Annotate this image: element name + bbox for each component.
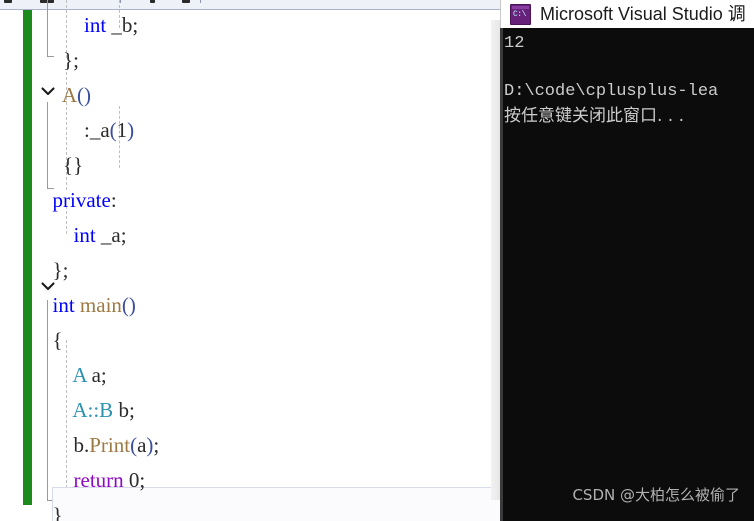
line-main-open[interactable]: {: [42, 323, 63, 358]
toolbar-chip: [150, 0, 155, 3]
code-token: (): [121, 293, 136, 317]
line-private[interactable]: private:: [42, 183, 117, 218]
line-call-print[interactable]: b.Print(a);: [42, 428, 160, 463]
line-decl-a[interactable]: A a;: [42, 358, 107, 393]
toolbar-separator: [200, 0, 201, 3]
code-token: return: [73, 468, 124, 492]
source-code-text[interactable]: int _b; }; A() :_a(1) {} private: int _a…: [0, 10, 500, 521]
code-token: {}: [42, 153, 84, 177]
code-token: ;: [139, 468, 146, 492]
console-window[interactable]: C:\ Microsoft Visual Studio 调 12 D:\code…: [500, 0, 754, 521]
editor-vertical-scrollbar[interactable]: [491, 20, 500, 500]
console-title-bar[interactable]: C:\ Microsoft Visual Studio 调: [501, 0, 754, 28]
code-token: };: [42, 48, 79, 72]
code-token: ): [127, 118, 135, 142]
toolbar-chip: [4, 0, 12, 3]
code-token: :: [110, 188, 117, 212]
code-token: b;: [113, 398, 135, 422]
code-token: int: [73, 223, 96, 247]
toolbar-separator: [120, 0, 121, 3]
line-main[interactable]: int main(): [42, 288, 136, 323]
code-token: :_a: [42, 118, 110, 142]
csdn-watermark: CSDN @大柏怎么被偷了: [572, 486, 740, 504]
console-output-line: 按任意键关闭此窗口. . .: [504, 106, 685, 126]
toolbar-chip: [182, 0, 190, 3]
line-main-close[interactable]: }: [42, 498, 63, 521]
code-token: b.: [42, 433, 90, 457]
code-token: _b;: [106, 13, 139, 37]
code-token: A::B: [72, 398, 114, 422]
code-token: A: [61, 83, 78, 107]
code-editor-pane[interactable]: int _b; }; A() :_a(1) {} private: int _a…: [0, 0, 500, 521]
line-ctor-body[interactable]: {}: [42, 148, 83, 183]
code-token: (: [109, 118, 117, 142]
code-token: 0: [128, 468, 140, 492]
line-close-brace-b[interactable]: };: [42, 43, 79, 78]
code-token: ;: [153, 433, 160, 457]
line-return[interactable]: return 0;: [42, 463, 146, 498]
code-token: {: [42, 328, 63, 352]
editor-text-area[interactable]: int _b; }; A() :_a(1) {} private: int _a…: [0, 0, 500, 521]
console-cmd-icon: C:\: [510, 3, 531, 25]
code-token: int: [52, 293, 75, 317]
line-int-a[interactable]: int _a;: [42, 218, 127, 253]
console-output-line: D:\code\cplusplus-lea: [504, 82, 719, 101]
line-close-class-a[interactable]: };: [42, 253, 69, 288]
code-token: private: [52, 188, 111, 212]
line-decl-b[interactable]: A::B b;: [42, 393, 135, 428]
line-int-b[interactable]: int _b;: [42, 8, 138, 43]
console-output-line: 12: [504, 34, 525, 53]
console-icon-titlebar: [512, 5, 529, 9]
code-token: 1: [116, 118, 128, 142]
console-output-area[interactable]: 12 D:\code\cplusplus-lea 按任意键关闭此窗口. . .: [501, 28, 754, 521]
line-ctor-a[interactable]: A(): [42, 78, 91, 113]
console-title-text: Microsoft Visual Studio 调: [540, 4, 746, 24]
code-token: (): [77, 83, 92, 107]
screenshot-root: int _b; }; A() :_a(1) {} private: int _a…: [0, 0, 754, 521]
code-token: int: [84, 13, 107, 37]
line-init-list[interactable]: :_a(1): [42, 113, 134, 148]
code-token: }: [42, 503, 63, 521]
code-token: _a;: [95, 223, 127, 247]
code-token: };: [42, 258, 69, 282]
code-token: Print: [89, 433, 131, 457]
window-edge-shadow: [500, 28, 503, 521]
code-token: a;: [86, 363, 107, 387]
code-token: A: [72, 363, 87, 387]
console-icon-prompt: C:\: [513, 9, 526, 19]
code-token: main: [79, 293, 122, 317]
